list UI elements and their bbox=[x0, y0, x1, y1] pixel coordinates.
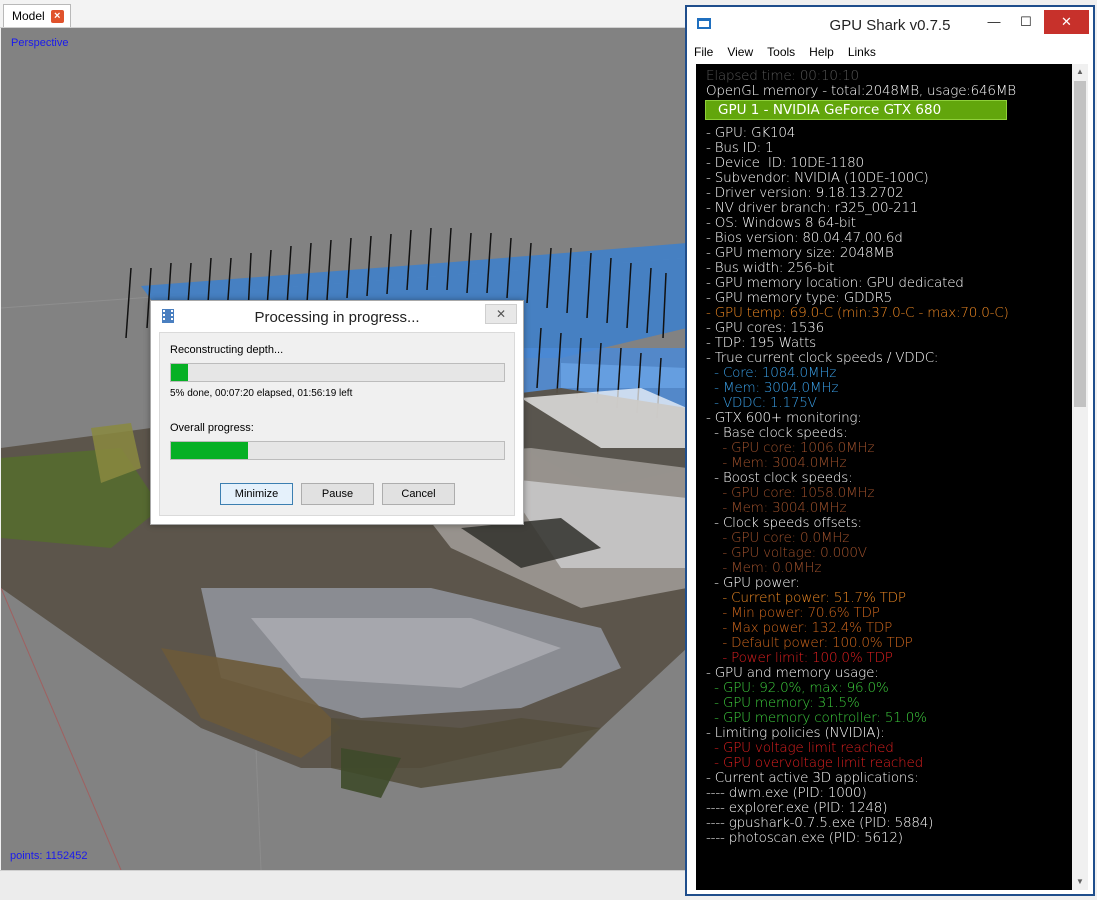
console-line: - GPU memory: 31.5% bbox=[706, 695, 860, 711]
console-line: - GPU memory location: GPU dedicated bbox=[706, 275, 964, 291]
console-line: - VDDC: 1.175V bbox=[706, 395, 817, 411]
stage-status-text: 5% done, 00:07:20 elapsed, 01:56:19 left bbox=[170, 388, 353, 399]
tab-model-label: Model bbox=[12, 9, 45, 23]
console-line: - Default power: 100.0% TDP bbox=[706, 635, 913, 651]
scroll-thumb[interactable] bbox=[1074, 81, 1086, 407]
console-line: - Min power: 70.6% TDP bbox=[706, 605, 880, 621]
gpu-shark-window: GPU Shark v0.7.5 — ☐ ✕ File View Tools H… bbox=[685, 5, 1095, 896]
console-line: - GPU cores: 1536 bbox=[706, 320, 825, 336]
console-line: - GPU voltage: 0.000V bbox=[706, 545, 867, 561]
dialog-titlebar[interactable]: Processing in progress... ✕ bbox=[151, 301, 523, 333]
window-minimize-button[interactable]: — bbox=[979, 10, 1009, 34]
console-line: ---- photoscan.exe (PID: 5612) bbox=[706, 830, 903, 846]
console-line: - GPU power: bbox=[706, 575, 800, 591]
view-mode-label: Perspective bbox=[11, 37, 69, 49]
console-line: - Current power: 51.7% TDP bbox=[706, 590, 906, 606]
console-line: - Base clock speeds: bbox=[706, 425, 848, 441]
menu-help[interactable]: Help bbox=[802, 43, 841, 63]
console-line: - GPU temp: 69.0-C (min:37.0-C - max:70.… bbox=[706, 305, 1009, 321]
scroll-down-icon[interactable]: ▼ bbox=[1072, 874, 1088, 890]
window-close-button[interactable]: ✕ bbox=[1044, 10, 1089, 34]
dialog-title: Processing in progress... bbox=[254, 309, 420, 326]
scroll-up-icon[interactable]: ▲ bbox=[1072, 64, 1088, 80]
console-line: - GTX 600+ monitoring: bbox=[706, 410, 862, 426]
stage-progress-fill bbox=[171, 364, 188, 381]
stage-label: Reconstructing depth... bbox=[170, 344, 284, 356]
console-line: - GPU: GK104 bbox=[706, 125, 796, 141]
pause-button[interactable]: Pause bbox=[301, 483, 374, 505]
menu-file[interactable]: File bbox=[687, 43, 720, 63]
console-line: - GPU memory controller: 51.0% bbox=[706, 710, 927, 726]
console-line: - Core: 1084.0MHz bbox=[706, 365, 837, 381]
cancel-button[interactable]: Cancel bbox=[382, 483, 455, 505]
console-line: - GPU and memory usage: bbox=[706, 665, 879, 681]
console-line: - Limiting policies (NVIDIA): bbox=[706, 725, 885, 741]
overall-progress-label: Overall progress: bbox=[170, 422, 254, 434]
gpu-shark-titlebar[interactable]: GPU Shark v0.7.5 — ☐ ✕ bbox=[687, 7, 1093, 43]
stage-progress-bar bbox=[170, 363, 505, 382]
console-line: - GPU memory size: 2048MB bbox=[706, 245, 894, 261]
console-line: - GPU core: 1006.0MHz bbox=[706, 440, 875, 456]
console-scrollbar[interactable]: ▲ ▼ bbox=[1072, 64, 1088, 890]
console-line: - NV driver branch: r325_00-211 bbox=[706, 200, 919, 216]
console-line: - GPU core: 0.0MHz bbox=[706, 530, 850, 546]
console-line: ---- explorer.exe (PID: 1248) bbox=[706, 800, 888, 816]
dialog-close-button[interactable]: ✕ bbox=[485, 304, 517, 324]
console-line: - TDP: 195 Watts bbox=[706, 335, 817, 351]
console-line: ---- dwm.exe (PID: 1000) bbox=[706, 785, 867, 801]
console-line: - GPU overvoltage limit reached bbox=[706, 755, 923, 771]
console-line: - Bus ID: 1 bbox=[706, 140, 774, 156]
console-line: - OS: Windows 8 64-bit bbox=[706, 215, 856, 231]
console-line: - Mem: 3004.0MHz bbox=[706, 380, 839, 396]
console-line: - Clock speeds offsets: bbox=[706, 515, 862, 531]
gpu-selector-banner[interactable]: GPU 1 - NVIDIA GeForce GTX 680 bbox=[705, 100, 1007, 120]
console-line: - Power limit: 100.0% TDP bbox=[706, 650, 893, 666]
menu-links[interactable]: Links bbox=[841, 43, 883, 63]
gpu-selector-label: GPU 1 - NVIDIA GeForce GTX 680 bbox=[718, 102, 942, 118]
console-line: - GPU core: 1058.0MHz bbox=[706, 485, 875, 501]
overall-progress-fill bbox=[171, 442, 248, 459]
console-line: Elapsed time: 00:10:10 bbox=[706, 68, 859, 84]
document-tabbar: Model × bbox=[0, 0, 690, 28]
console-line: - GPU memory type: GDDR5 bbox=[706, 290, 893, 306]
console-line: - Max power: 132.4% TDP bbox=[706, 620, 893, 636]
console-line: - Subvendor: NVIDIA (10DE-100C) bbox=[706, 170, 929, 186]
console-line: - GPU: 92.0%, max: 96.0% bbox=[706, 680, 889, 696]
console-line: - Mem: 3004.0MHz bbox=[706, 455, 847, 471]
gpu-info-console[interactable]: Elapsed time: 00:10:10 OpenGL memory - to… bbox=[696, 64, 1072, 890]
console-line: - Bus width: 256-bit bbox=[706, 260, 835, 276]
dialog-body: Reconstructing depth... 5% done, 00:07:2… bbox=[159, 332, 515, 516]
console-line: - Device ID: 10DE-1180 bbox=[706, 155, 864, 171]
overall-progress-bar bbox=[170, 441, 505, 460]
points-count-label: points: 1152452 bbox=[10, 850, 88, 862]
console-line: ---- gpushark-0.7.5.exe (PID: 5884) bbox=[706, 815, 934, 831]
console-line: - Bios version: 80.04.47.00.6d bbox=[706, 230, 903, 246]
console-line: OpenGL memory - total:2048MB, usage:646M… bbox=[706, 83, 1016, 99]
menu-tools[interactable]: Tools bbox=[760, 43, 802, 63]
console-line: - True current clock speeds / VDDC: bbox=[706, 350, 939, 366]
minimize-button[interactable]: Minimize bbox=[220, 483, 293, 505]
tab-close-icon[interactable]: × bbox=[50, 9, 64, 23]
tab-model[interactable]: Model × bbox=[3, 4, 71, 27]
console-line: - Mem: 3004.0MHz bbox=[706, 500, 847, 516]
viewport-status-strip bbox=[0, 870, 690, 900]
console-line: - GPU voltage limit reached bbox=[706, 740, 894, 756]
console-line: - Mem: 0.0MHz bbox=[706, 560, 822, 576]
menu-view[interactable]: View bbox=[720, 43, 760, 63]
console-line: - Driver version: 9.18.13.2702 bbox=[706, 185, 904, 201]
console-line: - Current active 3D applications: bbox=[706, 770, 919, 786]
window-maximize-button[interactable]: ☐ bbox=[1011, 10, 1041, 34]
gpu-shark-menubar: File View Tools Help Links bbox=[687, 43, 1093, 63]
console-line: - Boost clock speeds: bbox=[706, 470, 853, 486]
processing-dialog: Processing in progress... ✕ Reconstructi… bbox=[150, 300, 524, 525]
